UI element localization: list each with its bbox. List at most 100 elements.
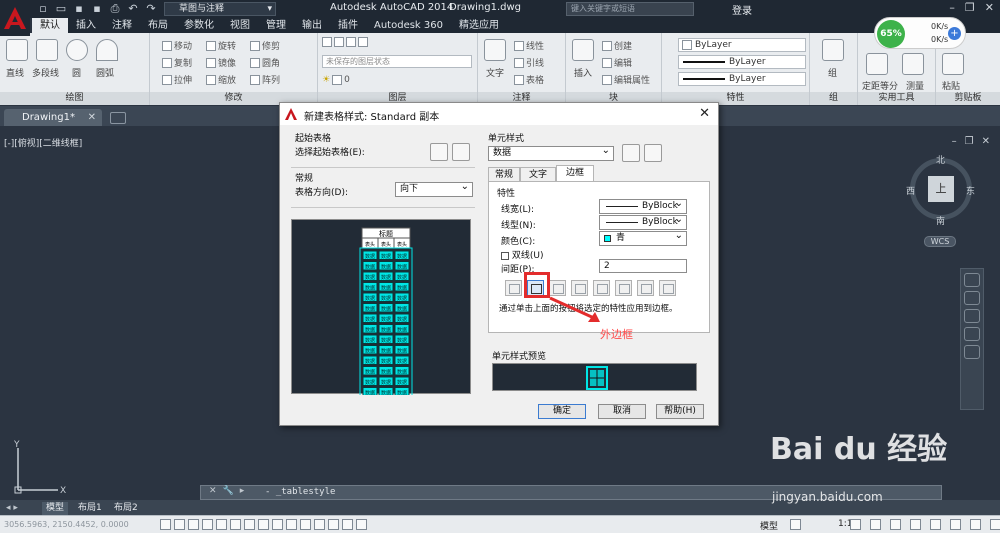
select-table-icon[interactable]	[430, 143, 448, 161]
layer-freeze-icon[interactable]	[358, 37, 368, 47]
compass-west[interactable]: 西	[906, 184, 915, 197]
create-cell-style-icon[interactable]	[622, 144, 640, 162]
linetype-select[interactable]: ByBlock	[599, 213, 687, 230]
close-icon[interactable]: ✕	[209, 486, 217, 496]
viewport-close-icon[interactable]: ✕	[982, 136, 990, 147]
ribbon-tab-parametric[interactable]: 参数化	[176, 18, 222, 33]
tpy-icon[interactable]	[314, 519, 325, 530]
pan-icon[interactable]	[964, 291, 980, 305]
saveas-icon[interactable]: ▪	[90, 2, 104, 16]
showmotion-icon[interactable]	[964, 345, 980, 359]
close-icon[interactable]: ✕	[88, 109, 96, 126]
ribbon-tab-view[interactable]: 视图	[222, 18, 258, 33]
login-button[interactable]: 登录	[732, 2, 752, 17]
steering-wheel-icon[interactable]	[964, 273, 980, 287]
viewcube-top-face[interactable]: 上	[928, 176, 954, 202]
open-icon[interactable]: ▭	[54, 2, 68, 16]
viewport-lock-icon[interactable]	[790, 519, 801, 530]
line-icon[interactable]	[6, 39, 28, 61]
redo-icon[interactable]: ↷	[144, 2, 158, 16]
print-icon[interactable]: ⎙	[108, 2, 122, 16]
ribbon-tab-layout[interactable]: 布局	[140, 18, 176, 33]
minimize-icon[interactable]: –	[949, 1, 955, 14]
zoom-icon[interactable]	[964, 309, 980, 323]
paste-icon[interactable]	[942, 53, 964, 75]
snap-icon[interactable]	[174, 519, 185, 530]
compass-north[interactable]: 北	[936, 153, 945, 166]
ribbon-tab-output[interactable]: 输出	[294, 18, 330, 33]
compass-south[interactable]: 南	[936, 214, 945, 227]
ducs-icon[interactable]	[272, 519, 283, 530]
annotation-visibility-icon[interactable]	[870, 519, 881, 530]
polyline-icon[interactable]	[36, 39, 58, 61]
workspace-switch-icon[interactable]	[910, 519, 921, 530]
group-icon[interactable]	[822, 39, 844, 61]
right-border-button[interactable]	[637, 280, 654, 296]
help-button[interactable]: 帮助(H)	[656, 404, 704, 419]
measure-icon[interactable]	[866, 53, 888, 75]
3dosnap-icon[interactable]	[244, 519, 255, 530]
color-select[interactable]: ByLayer	[678, 38, 806, 52]
clean-screen-icon[interactable]	[990, 519, 1000, 530]
remove-table-icon[interactable]	[452, 143, 470, 161]
stretch-button[interactable]: 拉伸	[162, 73, 192, 86]
double-line-checkbox[interactable]: 双线(U)	[501, 248, 544, 261]
edit-block-button[interactable]: 编辑	[602, 56, 632, 69]
left-border-button[interactable]	[593, 280, 610, 296]
coordinates-readout[interactable]: 3056.5963, 2150.4452, 0.0000	[4, 520, 129, 529]
bottom-border-button[interactable]	[571, 280, 588, 296]
layer-current[interactable]: ☀ 0	[322, 75, 350, 85]
edit-attributes-button[interactable]: 编辑属性	[602, 73, 650, 86]
hardware-accel-icon[interactable]	[950, 519, 961, 530]
linear-dim-button[interactable]: 线性	[514, 39, 544, 52]
sc-icon[interactable]	[342, 519, 353, 530]
no-border-button[interactable]	[659, 280, 676, 296]
ribbon-tab-manage[interactable]: 管理	[258, 18, 294, 33]
table-direction-select[interactable]: 向下	[395, 180, 473, 197]
tab-layout2[interactable]: 布局2	[110, 502, 142, 515]
tab-model[interactable]: 模型	[42, 502, 69, 515]
ribbon-tab-plugins[interactable]: 插件	[330, 18, 366, 33]
cell-style-select[interactable]: 数据	[488, 144, 614, 161]
tab-borders[interactable]: 边框	[556, 165, 594, 181]
dyn-icon[interactable]	[286, 519, 297, 530]
array-button[interactable]: 阵列	[250, 73, 280, 86]
osnap-icon[interactable]	[230, 519, 241, 530]
quick-view-icon[interactable]	[850, 519, 861, 530]
copy-button[interactable]: 复制	[162, 56, 192, 69]
layer-isolate-icon[interactable]	[334, 37, 344, 47]
network-speed-widget[interactable]: 65% 0K/s 0K/s +	[874, 17, 966, 49]
qp-icon[interactable]	[328, 519, 339, 530]
fillet-button[interactable]: 圆角	[250, 56, 280, 69]
lineweight-select[interactable]: ByLayer	[678, 72, 806, 86]
ortho-icon[interactable]	[202, 519, 213, 530]
text-icon[interactable]	[484, 39, 506, 61]
spacing-input[interactable]: 2	[599, 259, 687, 273]
arc-icon[interactable]	[96, 39, 118, 61]
mirror-button[interactable]: 镜像	[206, 56, 236, 69]
polar-icon[interactable]	[216, 519, 227, 530]
viewport-minimize-icon[interactable]: –	[952, 136, 957, 147]
lock-icon[interactable]	[930, 519, 941, 530]
circle-icon[interactable]	[66, 39, 88, 61]
infer-icon[interactable]	[160, 519, 171, 530]
trim-button[interactable]: 修剪	[250, 39, 280, 52]
close-icon[interactable]: ✕	[985, 1, 994, 14]
measure2-icon[interactable]	[902, 53, 924, 75]
lwt-icon[interactable]	[300, 519, 311, 530]
document-tab[interactable]: Drawing1* ✕	[4, 109, 102, 126]
top-border-button[interactable]	[615, 280, 632, 296]
save-icon[interactable]: ▪	[72, 2, 86, 16]
layout-nav-arrows[interactable]: ◂ ▸	[2, 502, 22, 515]
workspace-select[interactable]: 草图与注释	[164, 2, 276, 16]
orbit-icon[interactable]	[964, 327, 980, 341]
move-button[interactable]: 移动	[162, 39, 192, 52]
autoscale-icon[interactable]	[890, 519, 901, 530]
layer-state-select[interactable]: 未保存的图层状态	[322, 55, 472, 68]
scale-button[interactable]: 缩放	[206, 73, 236, 86]
new-icon[interactable]: ▫	[36, 2, 50, 16]
wcs-menu[interactable]: WCS	[924, 236, 956, 247]
application-menu-button[interactable]	[0, 0, 30, 36]
undo-icon[interactable]: ↶	[126, 2, 140, 16]
new-tab-button[interactable]	[110, 112, 126, 124]
